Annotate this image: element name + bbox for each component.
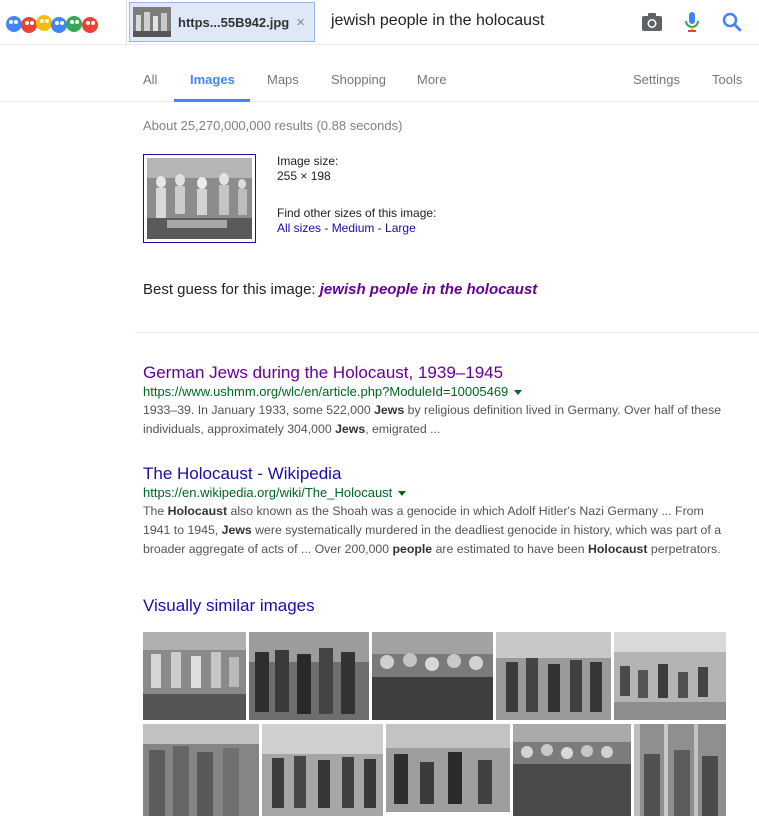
result-url: https://www.ushmm.org/wlc/en/article.php… — [143, 383, 759, 401]
similar-image[interactable] — [262, 724, 383, 816]
similar-image[interactable] — [386, 724, 510, 812]
search-query-text[interactable]: jewish people in the holocaust — [331, 12, 544, 30]
similar-image[interactable] — [614, 632, 726, 720]
tab-all[interactable]: All — [143, 72, 157, 87]
similar-image[interactable] — [496, 632, 611, 720]
separator: - — [374, 221, 386, 235]
find-sizes-label: Find other sizes of this image: — [277, 206, 437, 220]
best-guess-label: Best guess for this image: — [143, 281, 316, 298]
best-guess: Best guess for this image: jewish people… — [143, 281, 537, 298]
image-size-label: Image size: — [277, 154, 339, 168]
google-doodle-logo[interactable] — [4, 9, 100, 39]
tab-settings[interactable]: Settings — [633, 72, 680, 87]
separator: - — [321, 221, 332, 235]
microphone-icon[interactable] — [680, 10, 704, 34]
tab-tools[interactable]: Tools — [712, 72, 742, 87]
divider — [135, 332, 759, 333]
query-image — [147, 158, 252, 239]
tab-images[interactable]: Images — [190, 72, 235, 87]
similar-image[interactable] — [143, 724, 259, 816]
large-size-link[interactable]: Large — [385, 221, 416, 235]
tab-shopping[interactable]: Shopping — [331, 72, 386, 87]
result-title-link[interactable]: The Holocaust - Wikipedia — [143, 463, 759, 484]
url-dropdown-icon[interactable] — [398, 491, 407, 497]
result-snippet: broader aggregate of acts of ... Over 20… — [143, 542, 721, 556]
camera-icon[interactable] — [640, 10, 664, 34]
result-snippet: 1941 to 1945, Jews were systematically m… — [143, 523, 722, 537]
similar-image[interactable] — [634, 724, 726, 816]
url-dropdown-icon[interactable] — [514, 390, 523, 396]
result-snippet: The Holocaust also known as the Shoah wa… — [143, 504, 704, 518]
result-url-text: https://en.wikipedia.org/wiki/The_Holoca… — [143, 485, 393, 500]
result-stats: About 25,270,000,000 results (0.88 secon… — [143, 118, 403, 133]
search-tabs: All Images Maps Shopping More Settings T… — [0, 45, 759, 102]
search-icon[interactable] — [720, 10, 744, 34]
image-info: Image size: 255 × 198 Find other sizes o… — [277, 154, 436, 236]
result-snippet: 1933–39. In January 1933, some 522,000 J… — [143, 403, 722, 417]
similar-image[interactable] — [143, 632, 246, 720]
header: https...55B942.jpg × jewish people in th… — [0, 0, 759, 45]
search-result: German Jews during the Holocaust, 1939–1… — [143, 362, 759, 439]
chip-close-icon[interactable]: × — [296, 14, 305, 31]
result-snippet: individuals, approximately 304,000 Jews,… — [143, 422, 441, 436]
similar-image[interactable] — [249, 632, 369, 720]
search-result: The Holocaust - Wikipedia https://en.wik… — [143, 463, 759, 559]
similar-image[interactable] — [372, 632, 493, 720]
query-image-thumbnail[interactable] — [143, 154, 256, 243]
result-url-text: https://www.ushmm.org/wlc/en/article.php… — [143, 384, 509, 399]
image-size-value: 255 × 198 — [277, 169, 331, 183]
search-box[interactable]: https...55B942.jpg × jewish people in th… — [126, 0, 759, 44]
tab-maps[interactable]: Maps — [267, 72, 299, 87]
best-guess-link[interactable]: jewish people in the holocaust — [320, 281, 538, 298]
active-tab-indicator — [174, 99, 250, 102]
size-links: All sizes - Medium - Large — [277, 221, 436, 236]
tab-more[interactable]: More — [417, 72, 447, 87]
chip-filename: https...55B942.jpg — [178, 14, 290, 30]
visually-similar-heading[interactable]: Visually similar images — [143, 596, 315, 616]
result-title-link[interactable]: German Jews during the Holocaust, 1939–1… — [143, 362, 759, 383]
chip-thumbnail — [133, 7, 171, 37]
result-url: https://en.wikipedia.org/wiki/The_Holoca… — [143, 484, 759, 502]
similar-image[interactable] — [513, 724, 631, 816]
medium-size-link[interactable]: Medium — [332, 221, 375, 235]
all-sizes-link[interactable]: All sizes — [277, 221, 321, 235]
search-image-chip[interactable]: https...55B942.jpg × — [129, 2, 315, 42]
